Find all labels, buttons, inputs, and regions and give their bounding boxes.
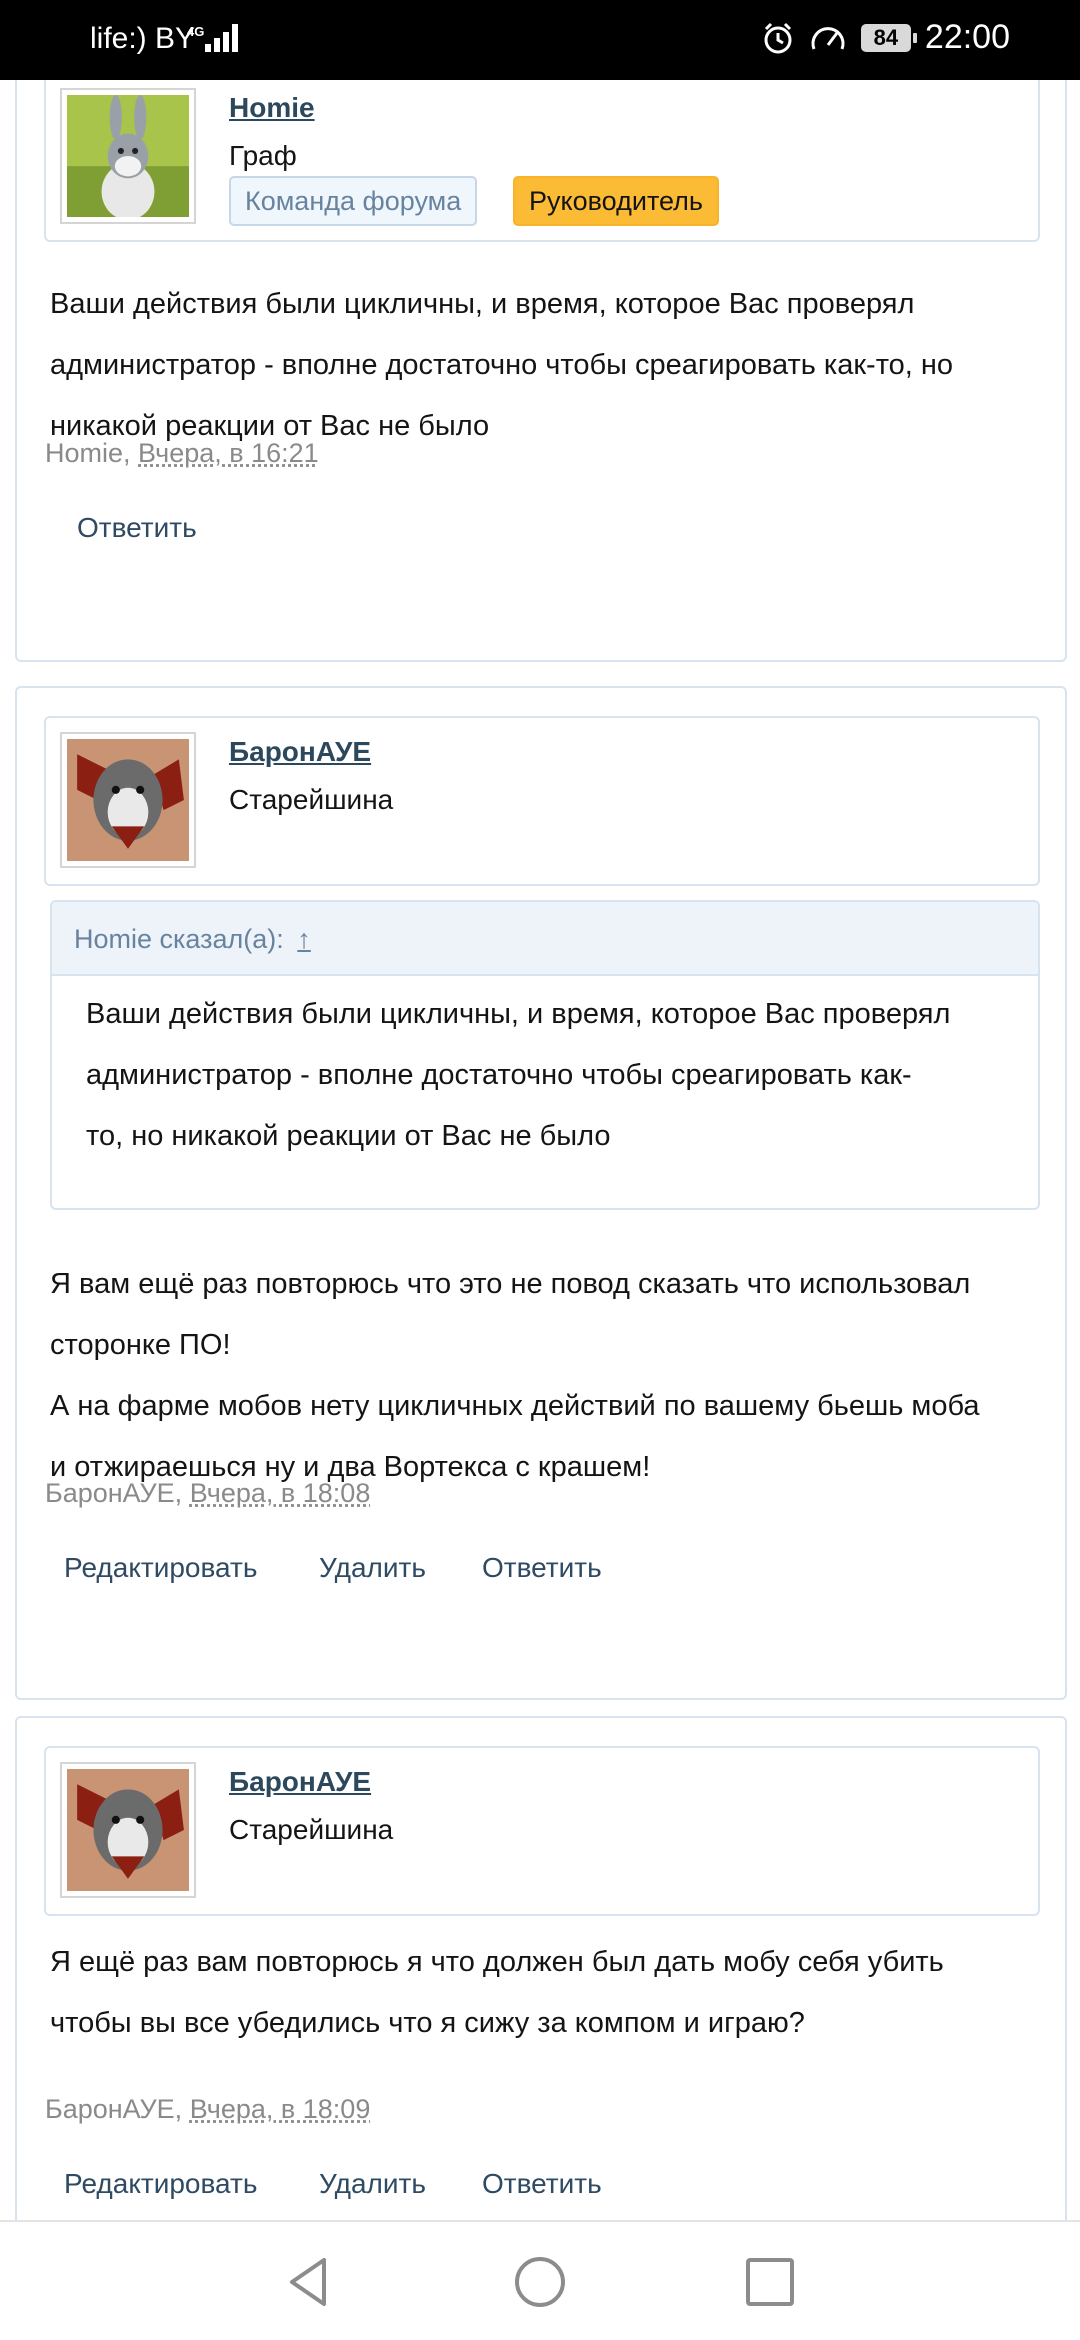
status-bar: life:) BY 4G 84 22:00 — [0, 0, 1080, 80]
username-link[interactable]: БаронАУЕ — [229, 1766, 371, 1798]
carrier-label: life:) BY — [90, 22, 196, 55]
author-link[interactable]: БаронАУЕ — [45, 1478, 175, 1508]
delete-button[interactable]: Удалить — [319, 2168, 426, 2200]
system-nav-bar — [0, 2220, 1080, 2340]
data-saver-icon — [811, 26, 845, 50]
post: Homie Граф Команда форума Руководитель В… — [15, 80, 1067, 662]
thread-page: Homie Граф Команда форума Руководитель В… — [0, 80, 1080, 2220]
username-link[interactable]: Homie — [229, 92, 315, 124]
banner-leader: Руководитель — [513, 176, 719, 226]
avatar[interactable] — [60, 88, 196, 224]
message-text: Ваши действия были цикличны, и время, ко… — [50, 288, 954, 442]
battery-level: 84 — [873, 24, 899, 50]
reply-button[interactable]: Ответить — [482, 1552, 602, 1584]
message-text: Я вам ещё раз повторюсь что это не повод… — [50, 1268, 980, 1483]
author-link[interactable]: Homie — [45, 438, 123, 468]
avatar[interactable] — [60, 1762, 196, 1898]
post-meta: БаронАУЕ, Вчера, в 18:08 — [45, 1478, 371, 1508]
quote-text: Ваши действия были цикличны, и время, ко… — [86, 998, 951, 1152]
avatar[interactable] — [60, 732, 196, 868]
user-title: Граф — [229, 140, 297, 171]
post: БаронАУЕ Старейшина Homie сказал(а): ↑ В… — [15, 686, 1067, 1700]
post-date[interactable]: Вчера, в 18:09 — [190, 2094, 371, 2124]
post-meta: БаронАУЕ, Вчера, в 18:09 — [45, 2094, 371, 2124]
quote-author: Homie сказал(а): — [74, 924, 284, 954]
clock: 22:00 — [924, 18, 1010, 56]
user-info: Homie Граф Команда форума Руководитель — [44, 80, 1040, 242]
user-info: БаронАУЕ Старейшина — [44, 716, 1040, 886]
battery-icon: 84 — [860, 23, 917, 52]
recents-icon[interactable] — [740, 2252, 800, 2312]
back-icon[interactable] — [280, 2252, 340, 2312]
author-link[interactable]: БаронАУЕ — [45, 2094, 175, 2124]
post-meta: Homie, Вчера, в 16:21 — [45, 438, 319, 468]
post-date[interactable]: Вчера, в 16:21 — [138, 438, 319, 468]
reply-button[interactable]: Ответить — [77, 512, 197, 544]
username-link[interactable]: БаронАУЕ — [229, 736, 371, 768]
quote-block: Homie сказал(а): ↑ Ваши действия были ци… — [50, 900, 1040, 1210]
alarm-icon — [764, 22, 792, 53]
quote-jump-link[interactable]: ↑ — [297, 924, 311, 954]
user-title: Старейшина — [229, 784, 394, 815]
post-date[interactable]: Вчера, в 18:08 — [190, 1478, 371, 1508]
home-icon[interactable] — [510, 2252, 570, 2312]
user-title: Старейшина — [229, 1814, 394, 1845]
signal-icon: 4G — [187, 20, 243, 56]
banner-team: Команда форума — [229, 176, 478, 226]
user-info: БаронАУЕ Старейшина — [44, 1746, 1040, 1916]
message-text: Я ещё раз вам повторюсь я что должен был… — [50, 1946, 944, 2039]
reply-button[interactable]: Ответить — [482, 2168, 602, 2200]
delete-button[interactable]: Удалить — [319, 1552, 426, 1584]
quote-header: Homie сказал(а): ↑ — [52, 902, 1038, 976]
edit-button[interactable]: Редактировать — [64, 1552, 257, 1584]
network-type: 4G — [187, 24, 205, 39]
post: БаронАУЕ Старейшина Я ещё раз вам повтор… — [15, 1716, 1067, 2220]
edit-button[interactable]: Редактировать — [64, 2168, 257, 2200]
